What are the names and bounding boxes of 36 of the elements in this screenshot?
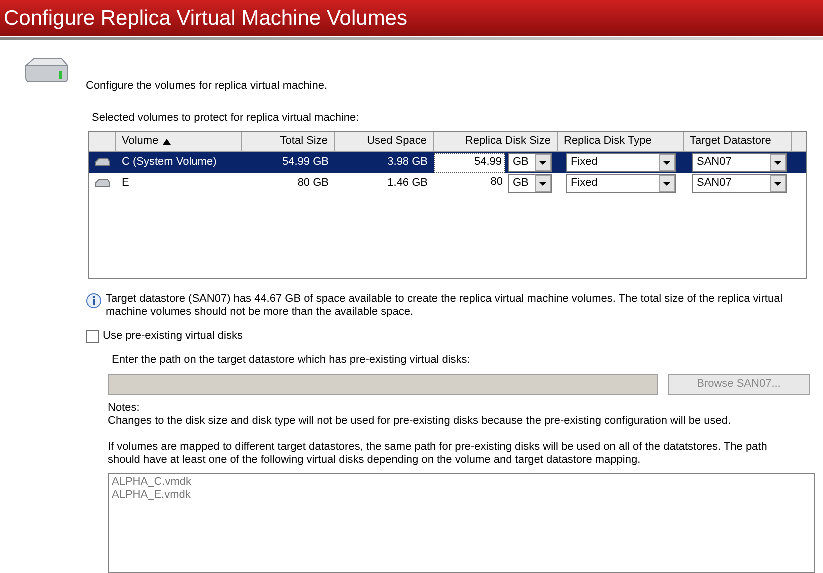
size-input[interactable]: 54.99 (434, 152, 505, 172)
datastore-dropdown[interactable]: SAN07 (692, 174, 787, 193)
table-row[interactable]: C (System Volume) 54.99 GB 3.98 GB 54.99 GB Fixed SAN07 (89, 152, 806, 173)
notes-text: If volumes are mapped to different target datastores, the same path for pre-existing disks will be used on all of the datatstores. The path should have at least one of the following virtual disks depending on the volume and target datastore mapping. (108, 441, 768, 467)
disk-type-dropdown[interactable]: Fixed (566, 174, 676, 193)
path-label: Enter the path on the target datastore which has pre-existing virtual disks: (112, 352, 472, 368)
disk-list-item: ALPHA_E.vmdk (112, 489, 192, 502)
table-cell-text: 1.46 GB (386, 176, 429, 192)
table-label: Selected volumes to protect for replica virtual machine: (92, 110, 360, 126)
notes-text: Changes to the disk size and disk type will not be used for pre-existing disks because the pre-existing configuration will be used. (108, 415, 732, 428)
column-header[interactable]: Replica Disk Size (434, 132, 558, 151)
column-header[interactable]: Volume (116, 132, 242, 151)
info-text: Target datastore (SAN07) has 44.67 GB of space available to create the replica virtual machine volumes. The total size of the replica virtual machine volumes should not be more than the available space. (106, 293, 784, 319)
unit-dropdown[interactable]: GB (508, 153, 552, 172)
notes-heading: Notes: (108, 402, 141, 415)
datastore-dropdown[interactable]: SAN07 (692, 153, 787, 172)
table-cell-text: E (121, 176, 130, 192)
table-cell-text: C (System Volume) (121, 155, 218, 170)
table-cell-text: 54.99 GB (282, 155, 330, 170)
column-header[interactable]: Used Space (335, 132, 434, 151)
table-cell-text: 80 GB (296, 176, 330, 192)
column-header[interactable]: Total Size (242, 132, 335, 151)
intro-text: Configure the volumes for replica virtual machine. (86, 79, 329, 94)
page-title: Configure Replica Virtual Machine Volumes (4, 8, 408, 28)
info-icon (86, 293, 102, 309)
hard-drive-icon (94, 158, 110, 168)
column-header[interactable]: Target Datastore (684, 132, 792, 151)
table-cell-text: 3.98 GB (386, 155, 429, 170)
hard-drive-icon (94, 178, 110, 188)
checkbox-label[interactable]: Use pre-existing virtual disks (103, 328, 243, 344)
sort-arrow-icon (162, 138, 171, 144)
column-header[interactable]: Replica Disk Type (558, 132, 684, 151)
disk-type-dropdown[interactable]: Fixed (566, 153, 676, 172)
unit-dropdown[interactable]: GB (508, 174, 552, 193)
checkbox[interactable] (86, 330, 99, 343)
disk-list-item: ALPHA_C.vmdk (112, 476, 192, 489)
